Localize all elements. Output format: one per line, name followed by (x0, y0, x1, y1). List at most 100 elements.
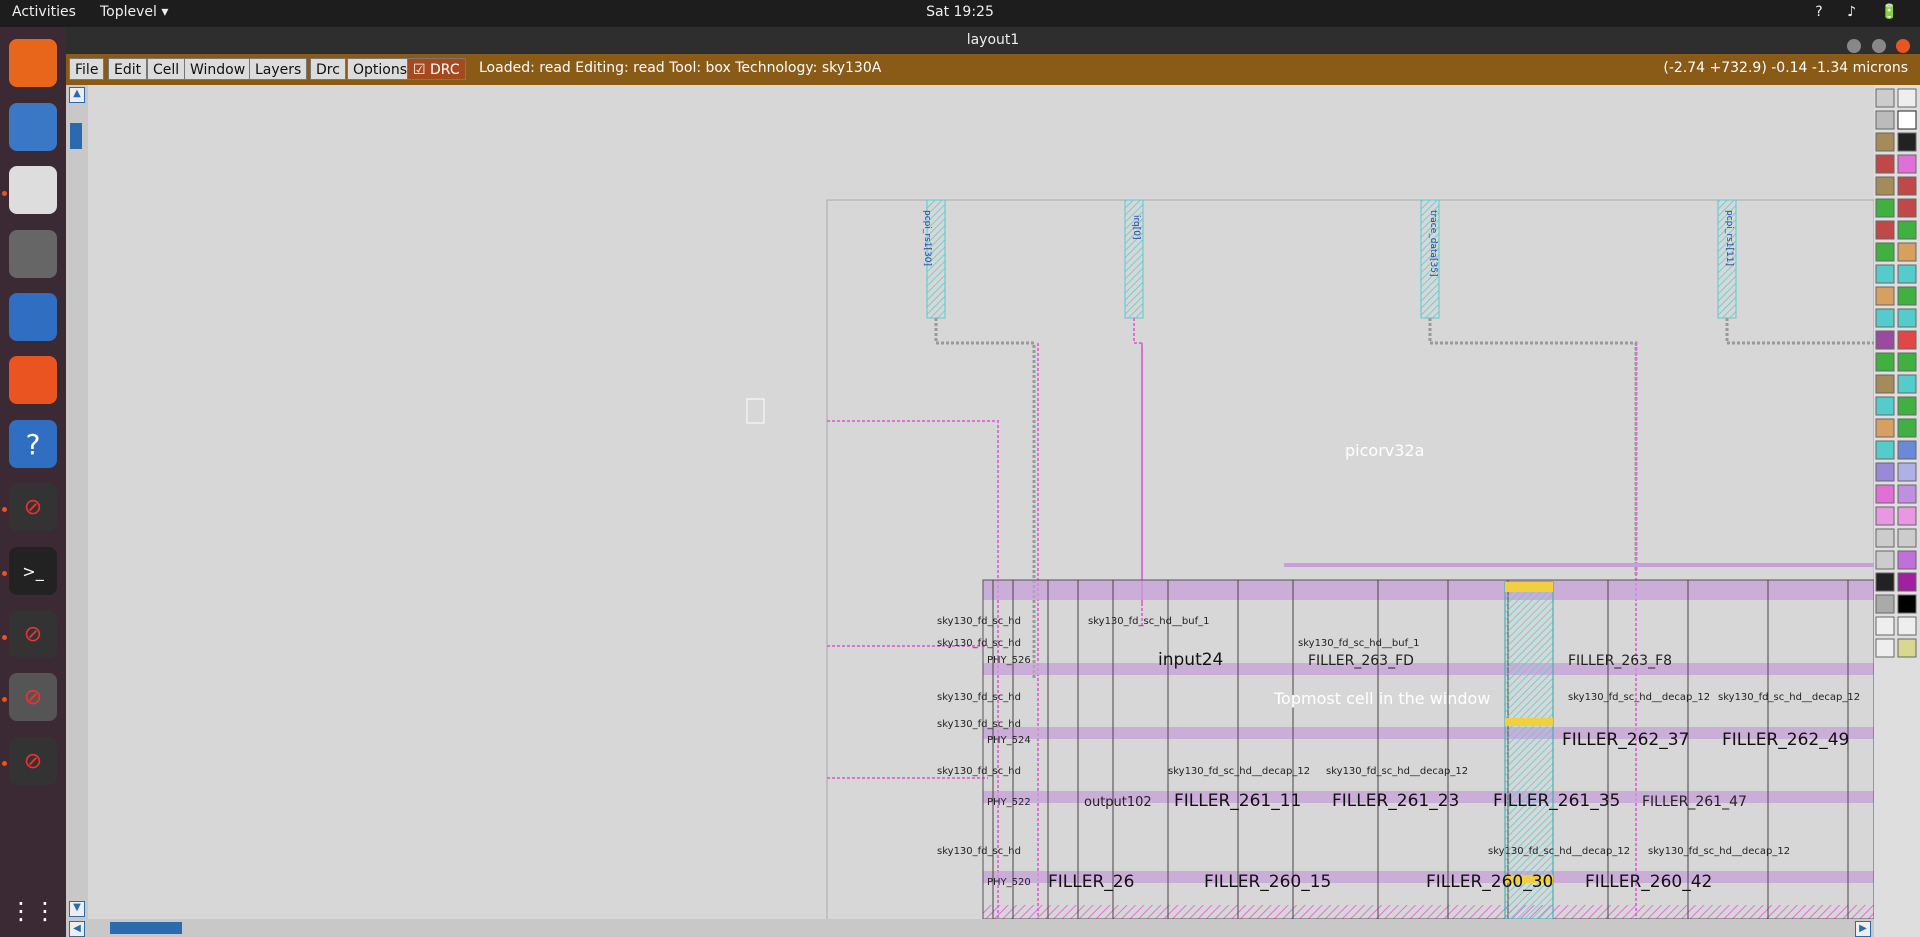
window-menu[interactable]: Window (184, 58, 252, 80)
route-wire (827, 420, 999, 919)
swatch-grid (1875, 88, 1917, 658)
cell-instance: FILLER_26 (1048, 872, 1135, 892)
cell-row-rail (983, 663, 1874, 675)
contact-strip (1505, 582, 1553, 592)
die-boundary (826, 199, 1874, 919)
cell-instance: FILLER_262_37 (1562, 730, 1690, 750)
running-indicator (2, 507, 7, 512)
cell-instance: FILLER_261_11 (1174, 791, 1302, 811)
contact-strip (1505, 718, 1553, 726)
blocked-app-icon[interactable]: ⊘ (9, 673, 57, 721)
scroll-down-icon[interactable]: ▼ (69, 901, 85, 917)
layout-canvas[interactable]: pcpi_rs1[30] irq[0] trace_data[35] pcpi_… (88, 85, 1874, 919)
ubuntu-dock: ? ⊘ >_ ⊘ ⊘ ⊘ ⋮⋮ (0, 27, 66, 937)
thunderbird-icon[interactable] (9, 103, 57, 151)
cell-instance: sky130_fd_sc_hd__buf_1 (1298, 638, 1420, 649)
system-tray[interactable]: ? ♪ 🔋 (1815, 4, 1908, 20)
pin-label: pcpi_rs1[11] (1724, 210, 1734, 266)
magic-layout-window: layout1 File Edit Cell Window Layers Drc… (66, 27, 1920, 937)
tooltip-topmost-cell: Topmost cell in the window (1274, 689, 1491, 708)
window-titlebar[interactable]: layout1 (66, 27, 1920, 54)
running-indicator (2, 697, 7, 702)
writer-icon[interactable] (9, 293, 57, 341)
vertical-scrollbar[interactable]: ▲ ▼ (66, 85, 88, 919)
highlighted-column (1504, 581, 1554, 919)
metal-fill (983, 905, 1874, 919)
route-wire (1133, 318, 1143, 605)
menubar: File Edit Cell Window Layers Drc Options… (66, 54, 1920, 85)
running-indicator (2, 571, 7, 576)
cell-instance: sky130_fd_sc_hd (937, 719, 1021, 730)
cell-instance: sky130_fd_sc_hd__buf_1 (1088, 616, 1210, 627)
layer-swatches (1875, 88, 1917, 658)
cell-instance: FILLER_263_FD (1308, 653, 1414, 669)
drc-toggle[interactable]: ☑ DRC (407, 58, 466, 80)
cell-instance: FILLER_263_F8 (1568, 653, 1673, 669)
scroll-left-icon[interactable]: ◀ (69, 921, 85, 937)
cell-instance: sky130_fd_sc_hd (937, 766, 1021, 777)
cell-instance: FILLER_260_15 (1204, 872, 1332, 892)
cell-instance: sky130_fd_sc_hd (937, 638, 1021, 649)
close-icon[interactable] (1896, 39, 1910, 53)
horizontal-scrollbar[interactable]: ◀ ▶ (66, 919, 1874, 937)
blocked-app-icon[interactable]: ⊘ (9, 483, 57, 531)
cell-instance: FILLER_260_30 (1426, 872, 1554, 892)
cell-instance: PHY_524 (987, 735, 1031, 746)
cell-instance: PHY_522 (987, 797, 1031, 808)
cell-instance: PHY_520 (987, 877, 1031, 888)
selection-box (746, 398, 765, 424)
show-applications-icon[interactable]: ⋮⋮ (9, 887, 57, 935)
cell-instance: FILLER_261_35 (1493, 791, 1621, 811)
cell-instance: input24 (1158, 650, 1224, 670)
scroll-up-icon[interactable]: ▲ (69, 87, 85, 103)
horizontal-scroll-thumb[interactable] (110, 922, 182, 934)
layer-palette[interactable] (1874, 85, 1920, 937)
cell-instance: PHY_526 (987, 655, 1031, 666)
options-menu[interactable]: Options (347, 58, 414, 80)
top-cell-name: picorv32a (1345, 441, 1425, 460)
cell-instance: sky130_fd_sc_hd (937, 846, 1021, 857)
checkbox-icon: ☑ (413, 62, 426, 78)
drc-menu[interactable]: Drc (310, 58, 346, 80)
running-indicator (2, 191, 7, 196)
files-icon[interactable] (9, 166, 57, 214)
file-menu[interactable]: File (69, 58, 105, 80)
blocked-app-icon[interactable]: ⊘ (9, 737, 57, 785)
rhythmbox-icon[interactable] (9, 230, 57, 278)
firefox-icon[interactable] (9, 39, 57, 87)
blocked-app-icon[interactable]: ⊘ (9, 610, 57, 658)
pin-label: pcpi_rs1[30] (922, 210, 932, 266)
vertical-scroll-thumb[interactable] (70, 123, 82, 149)
cursor-coordinates: (-2.74 +732.9) -0.14 -1.34 microns (1663, 60, 1908, 76)
minimize-icon[interactable] (1847, 39, 1862, 53)
route-wire (1725, 318, 1874, 345)
drc-toggle-label: DRC (430, 62, 460, 78)
edit-menu[interactable]: Edit (108, 58, 148, 80)
cell-instance: FILLER_262_49 (1722, 730, 1850, 750)
route-wire (1428, 318, 1638, 575)
cell-menu[interactable]: Cell (147, 58, 186, 80)
window-title: layout1 (966, 32, 1020, 48)
status-text: Loaded: read Editing: read Tool: box Tec… (479, 60, 882, 76)
terminal-icon[interactable]: >_ (9, 547, 57, 595)
running-indicator (2, 635, 7, 640)
cell-instance: output102 (1084, 795, 1152, 810)
running-indicator (2, 761, 7, 766)
software-center-icon[interactable] (9, 356, 57, 404)
layers-menu[interactable]: Layers (249, 58, 308, 80)
scroll-right-icon[interactable]: ▶ (1855, 921, 1871, 937)
cell-instance: sky130_fd_sc_hd__decap_12 (1168, 766, 1311, 777)
help-icon[interactable]: ? (9, 420, 57, 468)
cell-instance: sky130_fd_sc_hd (937, 692, 1021, 703)
maximize-icon[interactable] (1871, 39, 1886, 53)
cell-row-rail (983, 580, 1874, 600)
cell-instance: sky130_fd_sc_hd__decap_12 (1568, 692, 1711, 703)
cell-instance: sky130_fd_sc_hd (937, 616, 1021, 627)
cell-instance: FILLER_261_47 (1642, 794, 1747, 810)
cell-boundaries (992, 580, 1849, 919)
cell-instance: FILLER_260_42 (1585, 872, 1713, 892)
cell-instance: FILLER_261_23 (1332, 791, 1460, 811)
clock[interactable]: Sat 19:25 (0, 4, 1920, 20)
gnome-top-bar: Activities Toplevel ▾ Sat 19:25 ? ♪ 🔋 (0, 0, 1920, 27)
cell-instance: sky130_fd_sc_hd__decap_12 (1648, 846, 1791, 857)
